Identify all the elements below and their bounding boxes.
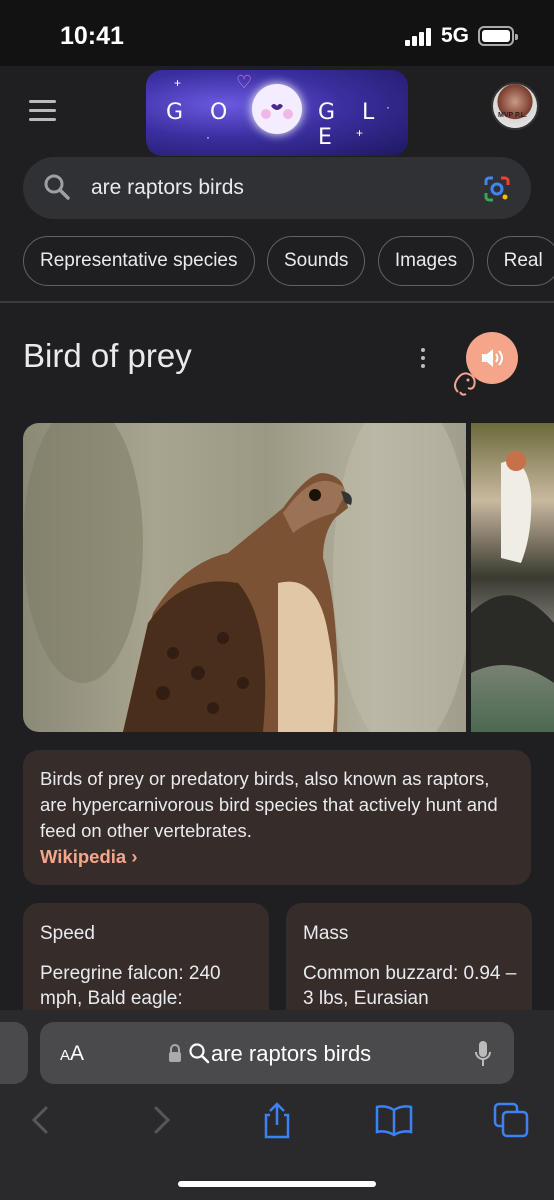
chevron-right-icon: › <box>131 846 138 867</box>
moon-icon <box>252 84 302 134</box>
home-indicator[interactable] <box>178 1181 376 1187</box>
google-lens-icon[interactable] <box>483 175 511 203</box>
google-doodle[interactable]: + + · · ♡ G O G L E <box>146 70 408 156</box>
description-card: Birds of prey or predatory birds, also k… <box>23 750 531 885</box>
forward-icon[interactable] <box>140 1100 180 1140</box>
fact-title: Mass <box>303 923 349 944</box>
hamburger-menu-icon[interactable] <box>29 100 56 122</box>
address-bar[interactable]: AA are raptors birds <box>40 1022 514 1084</box>
search-icon[interactable] <box>43 173 71 201</box>
divider <box>0 301 554 303</box>
microphone-icon[interactable] <box>474 1040 492 1068</box>
avatar-text: MVP P.L. <box>498 112 527 119</box>
safari-toolbar <box>0 1100 554 1140</box>
fact-body: Peregrine falcon: 240 mph, Bald eagle: <box>40 963 221 1009</box>
more-vert-icon[interactable] <box>421 348 427 370</box>
text-size-button[interactable]: AA <box>60 1042 84 1066</box>
fact-body: Common buzzard: 0.94 – 3 lbs, Eurasian <box>303 963 517 1009</box>
back-icon[interactable] <box>22 1100 62 1140</box>
chip-representative-species[interactable]: Representative species <box>23 236 255 286</box>
cellular-signal-icon <box>405 28 435 46</box>
chip-real[interactable]: Real <box>486 236 554 286</box>
elephant-doodle-icon <box>454 366 481 396</box>
safari-bottom-bar: AA are raptors birds <box>0 1010 554 1200</box>
knowledge-panel-title: Bird of prey <box>23 337 192 374</box>
search-query[interactable]: are raptors birds <box>91 176 244 200</box>
bookmarks-icon[interactable] <box>374 1100 414 1140</box>
avatar[interactable] <box>491 82 539 130</box>
vulture-image[interactable] <box>471 423 554 732</box>
wikipedia-link[interactable]: Wikipedia › <box>40 846 138 867</box>
network-type: 5G <box>441 24 470 47</box>
hawk-image[interactable] <box>23 423 466 732</box>
url-text[interactable]: are raptors birds <box>211 1041 371 1067</box>
chip-sounds[interactable]: Sounds <box>266 236 366 286</box>
filter-chips: Representative species Sounds Images Rea… <box>23 236 554 288</box>
lock-icon <box>169 1044 181 1062</box>
doodle-letters-left: G O <box>166 100 238 125</box>
chip-images[interactable]: Images <box>377 236 475 286</box>
heart-icon: ♡ <box>236 72 253 92</box>
status-time: 10:41 <box>60 22 124 50</box>
search-icon <box>189 1043 210 1064</box>
battery-icon <box>478 26 518 46</box>
google-header: + + · · ♡ G O G L E MVP P.L. are raptors… <box>0 66 554 301</box>
status-bar: 10:41 5G <box>0 0 554 66</box>
description-text: Birds of prey or predatory birds, also k… <box>40 768 498 841</box>
fact-title: Speed <box>40 923 95 944</box>
search-input[interactable]: are raptors birds <box>23 157 531 219</box>
tabs-icon[interactable] <box>491 1100 531 1140</box>
previous-tab-preview[interactable] <box>0 1022 28 1084</box>
share-icon[interactable] <box>257 1100 297 1140</box>
doodle-letters-right: G L E <box>318 100 385 150</box>
description: Birds of prey or predatory birds, also k… <box>40 766 520 870</box>
